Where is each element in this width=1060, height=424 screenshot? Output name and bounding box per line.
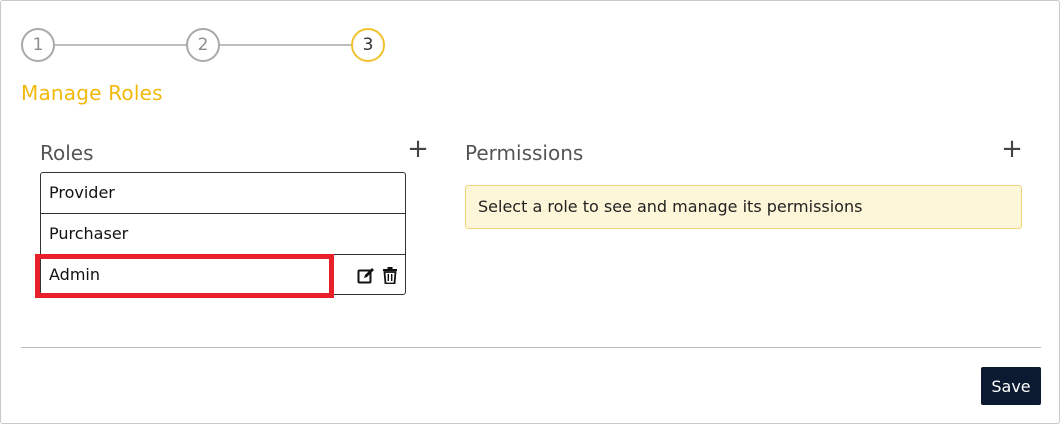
save-button[interactable]: Save [981,367,1041,405]
permissions-info-alert: Select a role to see and manage its perm… [465,185,1022,229]
step-3[interactable]: 3 [351,28,385,62]
trash-icon[interactable] [383,266,397,284]
stepper: 1 2 3 [21,28,387,62]
role-label: Provider [49,183,115,202]
stepper-connector [53,44,186,46]
role-actions [357,255,397,295]
role-label: Purchaser [49,224,129,243]
role-item-purchaser[interactable]: Purchaser [41,214,405,255]
role-item-provider[interactable]: Provider [41,173,405,214]
step-1[interactable]: 1 [21,28,55,62]
roles-heading: Roles [40,141,94,165]
page-title: Manage Roles [21,81,163,105]
add-permission-button[interactable]: + [1000,135,1024,163]
add-role-button[interactable]: + [406,135,430,163]
permissions-heading: Permissions [465,141,584,165]
admin-highlight-box [35,254,334,298]
footer-divider [21,347,1041,348]
edit-icon[interactable] [357,267,375,284]
stepper-connector [219,44,352,46]
step-2[interactable]: 2 [186,28,220,62]
manage-roles-card: 1 2 3 Manage Roles Roles + Provider Purc… [0,0,1060,424]
